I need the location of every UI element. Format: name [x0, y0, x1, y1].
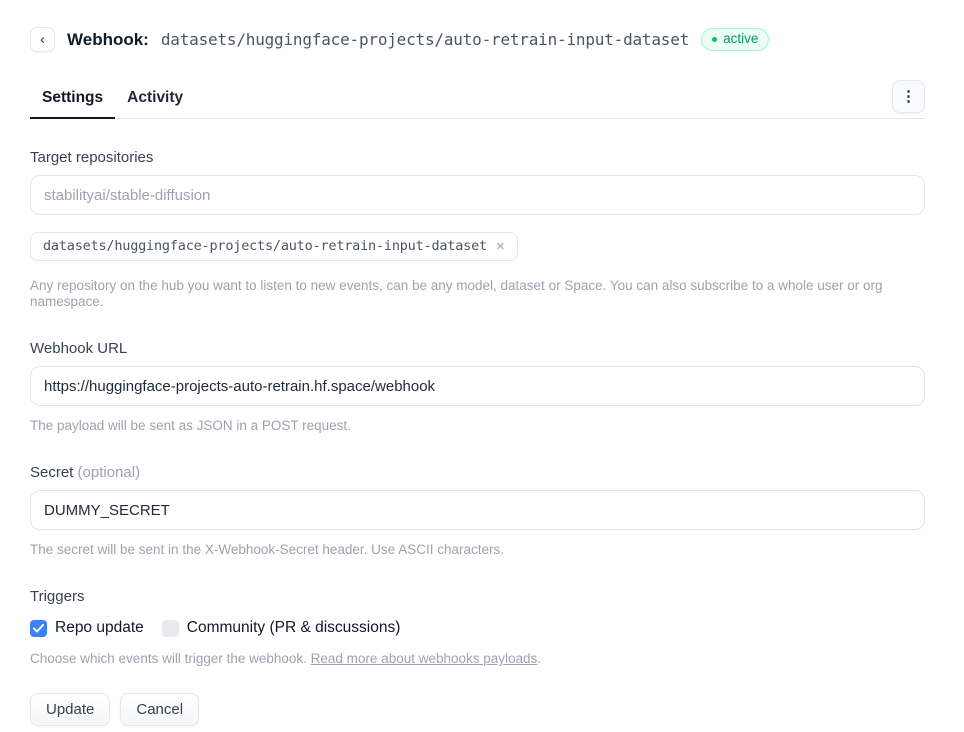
tab-activity[interactable]: Activity: [115, 82, 195, 117]
remove-chip-icon[interactable]: ×: [496, 239, 505, 254]
trigger-community[interactable]: Community (PR & discussions): [162, 619, 401, 637]
triggers-options: Repo update Community (PR & discussions): [30, 619, 925, 637]
webhooks-payloads-link[interactable]: Read more about webhooks payloads: [311, 651, 538, 666]
secret-section: Secret (optional) The secret will be sen…: [30, 464, 925, 558]
repo-chip-label: datasets/huggingface-projects/auto-retra…: [43, 238, 487, 254]
tab-settings[interactable]: Settings: [30, 82, 115, 119]
checkbox-unchecked-icon[interactable]: [162, 620, 179, 637]
trigger-repo-update[interactable]: Repo update: [30, 619, 144, 637]
triggers-section: Triggers Repo update Community (PR & dis…: [30, 588, 925, 667]
form-actions: Update Cancel: [30, 693, 925, 726]
status-dot-icon: [712, 37, 717, 42]
trigger-community-label: Community (PR & discussions): [187, 619, 401, 637]
webhook-url-label: Webhook URL: [30, 340, 925, 357]
status-badge: active: [701, 28, 769, 51]
chevron-left-icon: ‹: [40, 32, 45, 47]
repo-chip: datasets/huggingface-projects/auto-retra…: [30, 232, 518, 261]
status-badge-label: active: [723, 31, 758, 47]
target-repositories-label: Target repositories: [30, 149, 925, 166]
webhook-url-help: The payload will be sent as JSON in a PO…: [30, 418, 925, 434]
selected-repos-row: datasets/huggingface-projects/auto-retra…: [30, 232, 925, 261]
kebab-menu-icon: ⋮: [901, 89, 916, 104]
target-repositories-input[interactable]: [30, 175, 925, 215]
target-repositories-section: Target repositories datasets/huggingface…: [30, 149, 925, 310]
back-button[interactable]: ‹: [30, 27, 55, 52]
secret-label: Secret (optional): [30, 464, 925, 481]
tab-bar: Settings Activity ⋮: [30, 82, 925, 119]
triggers-help: Choose which events will trigger the web…: [30, 651, 925, 667]
trigger-repo-update-label: Repo update: [55, 619, 144, 637]
target-repositories-help: Any repository on the hub you want to li…: [30, 278, 925, 310]
cancel-button[interactable]: Cancel: [120, 693, 199, 726]
more-options-button[interactable]: ⋮: [892, 80, 925, 113]
update-button[interactable]: Update: [30, 693, 110, 726]
page-header: ‹ Webhook: datasets/huggingface-projects…: [30, 27, 925, 52]
triggers-label: Triggers: [30, 588, 925, 605]
webhook-repo-name: datasets/huggingface-projects/auto-retra…: [161, 30, 689, 49]
secret-help: The secret will be sent in the X-Webhook…: [30, 542, 925, 558]
webhook-url-section: Webhook URL The payload will be sent as …: [30, 340, 925, 434]
page-title: Webhook:: [67, 30, 149, 50]
secret-optional-label: (optional): [78, 464, 141, 481]
webhook-url-input[interactable]: [30, 366, 925, 406]
webhook-settings-page: ‹ Webhook: datasets/huggingface-projects…: [0, 0, 964, 726]
checkbox-checked-icon[interactable]: [30, 620, 47, 637]
secret-input[interactable]: [30, 490, 925, 530]
checkmark-icon: [33, 624, 44, 633]
